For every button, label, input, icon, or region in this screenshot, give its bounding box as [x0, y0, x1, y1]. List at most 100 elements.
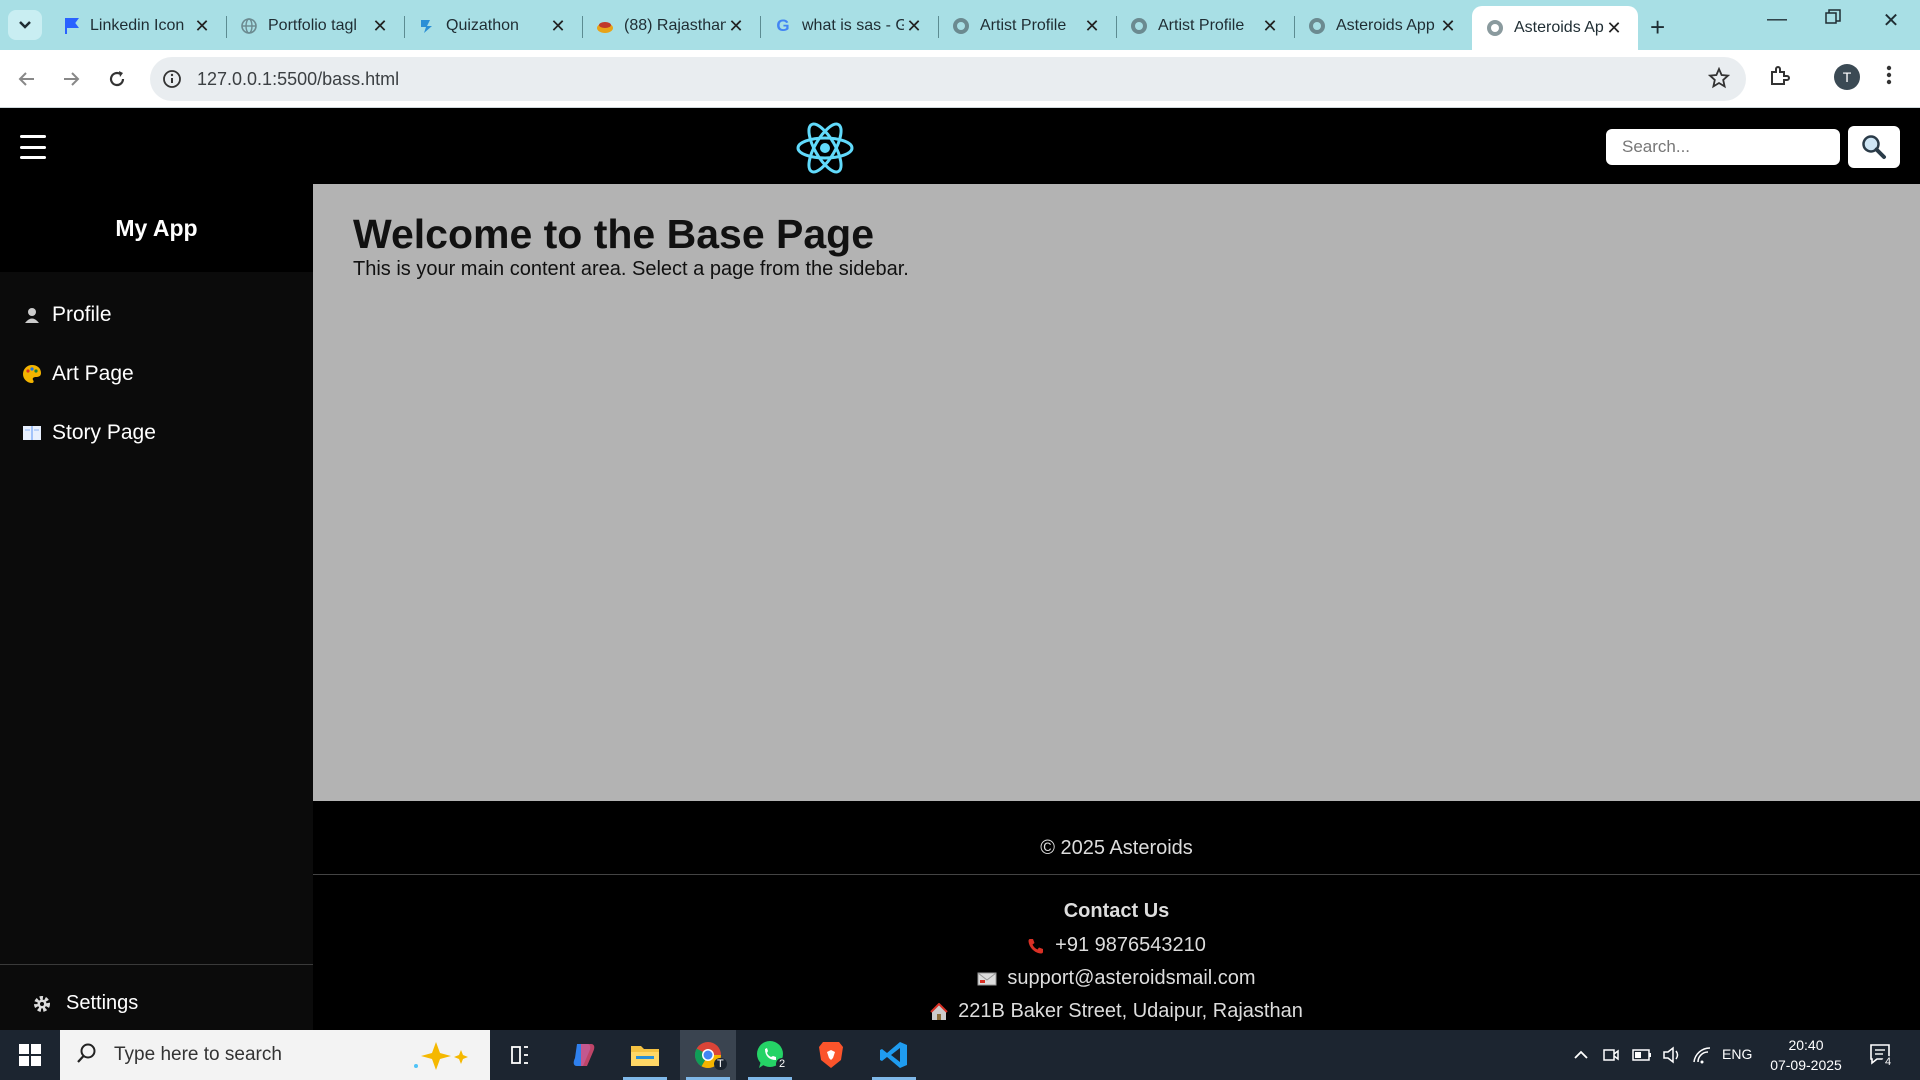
close-icon[interactable]: ✕: [1438, 16, 1458, 37]
clock-date: 07-09-2025: [1770, 1057, 1842, 1073]
sidebar-item-label: Profile: [52, 303, 112, 326]
vscode-app[interactable]: [866, 1030, 922, 1080]
address-bar[interactable]: 127.0.0.1:5500/bass.html: [150, 57, 1746, 101]
brave-app[interactable]: [803, 1030, 859, 1080]
globe-icon: [1308, 17, 1326, 35]
task-view-icon: [511, 1046, 528, 1064]
chevron-up-icon[interactable]: [1572, 1030, 1590, 1080]
footer: © 2025 Asteroids Contact Us +91 98765432…: [313, 801, 1920, 1030]
sidebar-item-label: Art Page: [52, 362, 134, 385]
gear-icon: [32, 994, 52, 1014]
copilot-app[interactable]: [556, 1030, 612, 1080]
folder-icon: [631, 1046, 659, 1066]
globe-icon: [1486, 19, 1504, 37]
contact-phone-text: +91 9876543210: [1055, 934, 1206, 956]
chrome-profile-badge: T: [714, 1058, 727, 1070]
notification-count: 4: [1882, 1056, 1895, 1068]
volume-icon[interactable]: [1662, 1030, 1682, 1080]
hamburger-menu-icon[interactable]: [20, 135, 46, 159]
sidebar-item-profile[interactable]: Profile: [22, 303, 112, 327]
bookmark-star-icon[interactable]: [1707, 66, 1731, 94]
browser-tab[interactable]: Artist Profile ✕: [938, 8, 1116, 44]
site-info-icon[interactable]: [162, 69, 182, 94]
sidebar-item-art-page[interactable]: Art Page: [22, 362, 134, 386]
tab-search-button[interactable]: [8, 10, 42, 40]
tab-title: Asteroids App: [1514, 19, 1604, 36]
search-button[interactable]: [1848, 126, 1900, 168]
browser-tab[interactable]: Portfolio tagl ✕: [226, 8, 404, 44]
windows-taskbar: Type here to search T 2 ENG 20:40 07-09-…: [0, 1030, 1920, 1080]
close-icon[interactable]: ✕: [1604, 18, 1624, 39]
chevron-down-icon: [19, 21, 31, 29]
globe-icon: [240, 17, 258, 35]
file-explorer-app[interactable]: [617, 1030, 673, 1080]
user-icon: [22, 306, 42, 324]
tab-title: Artist Profile: [1158, 17, 1245, 34]
clock-time: 20:40: [1788, 1037, 1824, 1053]
task-view-button[interactable]: [492, 1030, 548, 1080]
minimize-button[interactable]: —: [1757, 8, 1797, 31]
language-indicator[interactable]: ENG: [1722, 1046, 1752, 1062]
whatsapp-badge: 2: [776, 1058, 789, 1070]
close-icon[interactable]: ✕: [1082, 16, 1102, 37]
browser-tab[interactable]: Asteroids App ✕: [1294, 8, 1472, 44]
contact-address-text: 221B Baker Street, Udaipur, Rajasthan: [958, 1000, 1303, 1022]
react-logo-icon[interactable]: [795, 121, 855, 180]
restore-icon: [1825, 9, 1841, 24]
close-icon[interactable]: ✕: [1260, 16, 1280, 37]
reload-icon: [109, 71, 125, 87]
notification-center-icon[interactable]: 4: [1868, 1042, 1895, 1073]
restore-button[interactable]: [1813, 8, 1853, 31]
reload-button[interactable]: [102, 64, 132, 94]
page-description: This is your main content area. Select a…: [353, 258, 909, 280]
close-icon[interactable]: ✕: [370, 16, 390, 37]
contact-phone: +91 9876543210: [313, 934, 1920, 957]
close-window-button[interactable]: ✕: [1871, 8, 1911, 33]
browser-tab[interactable]: G what is sas - G ✕: [760, 8, 938, 44]
tab-title: what is sas - G: [802, 17, 904, 34]
menu-dots-icon[interactable]: [1886, 64, 1892, 91]
contact-email-text: support@asteroidsmail.com: [1007, 967, 1256, 989]
url-text[interactable]: 127.0.0.1:5500/bass.html: [197, 69, 399, 90]
copilot-icon: [573, 1044, 595, 1066]
extensions-icon[interactable]: [1768, 64, 1792, 93]
globe-icon: [952, 17, 970, 35]
search-icon: [76, 1042, 98, 1069]
wifi-icon[interactable]: [1692, 1030, 1712, 1080]
tab-title: Quizathon: [446, 17, 519, 34]
chrome-app[interactable]: T: [680, 1030, 736, 1080]
browser-tab[interactable]: Quizathon ✕: [404, 8, 582, 44]
close-icon[interactable]: ✕: [192, 16, 212, 37]
browser-tabstrip: Linkedin Icon ✕ Portfolio tagl ✕ Quizath…: [0, 0, 1920, 50]
browser-tab[interactable]: (88) Rajasthan ✕: [582, 8, 760, 44]
browser-tab[interactable]: Artist Profile ✕: [1116, 8, 1294, 44]
sidebar-item-settings[interactable]: Settings: [32, 992, 138, 1015]
taskbar-search-placeholder: Type here to search: [114, 1044, 282, 1065]
whatsapp-app[interactable]: 2: [742, 1030, 798, 1080]
meet-now-icon[interactable]: [1602, 1030, 1620, 1080]
forward-button[interactable]: [56, 64, 86, 94]
new-tab-button[interactable]: +: [1650, 12, 1665, 43]
google-icon: G: [776, 16, 790, 35]
tab-title: Asteroids App: [1336, 17, 1435, 34]
web-page: My App Profile Art Page Story Page Setti…: [0, 109, 1920, 1030]
profile-avatar[interactable]: T: [1834, 64, 1860, 90]
search-input[interactable]: [1606, 129, 1840, 165]
sidebar-item-story-page[interactable]: Story Page: [22, 421, 156, 445]
battery-icon[interactable]: [1632, 1030, 1652, 1080]
start-button[interactable]: [0, 1030, 60, 1080]
back-button[interactable]: [12, 64, 42, 94]
system-clock[interactable]: 20:40 07-09-2025: [1756, 1035, 1856, 1075]
envelope-icon: [977, 972, 997, 986]
close-icon[interactable]: ✕: [904, 16, 924, 37]
taskbar-search-box[interactable]: Type here to search: [60, 1030, 490, 1080]
arrow-left-icon: [18, 72, 34, 86]
tab-title: Artist Profile: [980, 17, 1067, 34]
close-icon[interactable]: ✕: [726, 16, 746, 37]
browser-tab-active[interactable]: Asteroids App ✕: [1472, 6, 1638, 50]
sidebar-divider: [0, 964, 313, 965]
linkedin-flag-icon: [62, 17, 80, 35]
browser-tab[interactable]: Linkedin Icon ✕: [48, 8, 226, 44]
sidebar-item-label: Story Page: [52, 421, 156, 444]
close-icon[interactable]: ✕: [548, 16, 568, 37]
